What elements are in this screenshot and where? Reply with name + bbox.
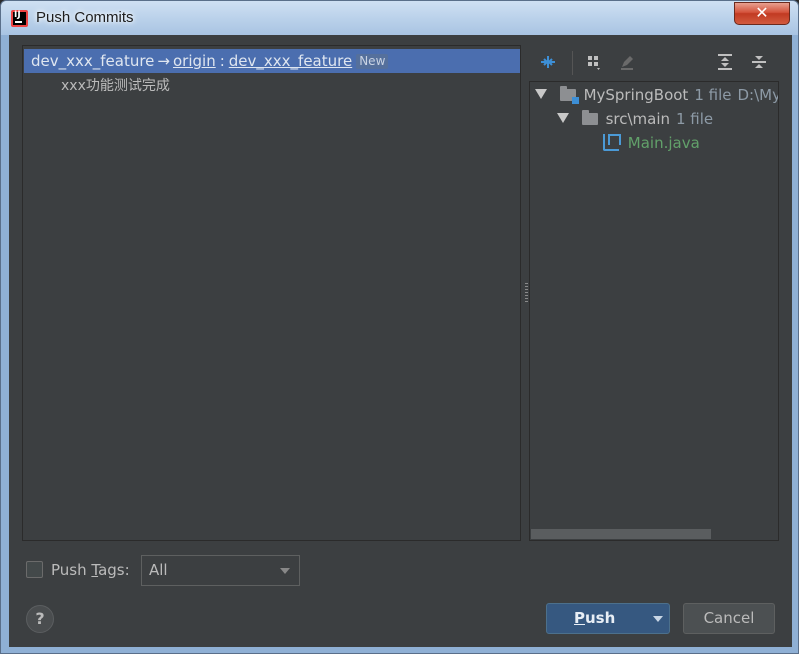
push-tags-checkbox[interactable] <box>26 561 43 578</box>
collapse-all-icon[interactable] <box>748 53 770 75</box>
target-branch-link[interactable]: dev_xxx_feature <box>229 52 352 70</box>
local-branch-label: dev_xxx_feature <box>31 52 155 70</box>
folder-name: src\main <box>605 110 670 128</box>
push-tags-label-pre: Push <box>51 561 92 579</box>
window-title: Push Commits <box>36 9 134 26</box>
tags-select-value: All <box>149 561 168 579</box>
tree-node-folder[interactable]: src\main 1 file <box>557 109 713 129</box>
tree-node-file[interactable]: Main.java <box>603 133 700 153</box>
module-file-count: 1 file <box>694 86 732 104</box>
push-arrow-icon: → <box>157 52 170 70</box>
java-file-icon <box>603 134 621 151</box>
group-by-icon[interactable] <box>583 53 605 75</box>
changed-files-tree[interactable]: MySpringBoot 1 file D:\My src\main 1 file M… <box>529 81 779 541</box>
dialog-window: Push Commits ✕ dev_xxx_feature→origin:de… <box>0 0 799 654</box>
expand-all-icon[interactable] <box>714 53 736 75</box>
module-folder-icon <box>559 86 579 104</box>
chevron-down-icon <box>280 568 290 574</box>
push-label-rest: ush <box>585 609 616 627</box>
push-tags-label-post: ags: <box>98 561 130 579</box>
new-badge: New <box>356 54 389 69</box>
branch-row[interactable]: dev_xxx_feature → origin: dev_xxx_feature Ne… <box>24 49 520 73</box>
file-name: Main.java <box>627 134 700 152</box>
commits-tree[interactable]: dev_xxx_feature → origin: dev_xxx_feature Ne… <box>22 45 521 541</box>
push-mnemonic: P <box>574 609 585 627</box>
cancel-button[interactable]: Cancel <box>683 603 775 634</box>
tags-select[interactable]: All <box>141 555 300 586</box>
push-tags-label: Push Tags: <box>51 561 130 579</box>
help-button[interactable]: ? <box>26 605 54 633</box>
intellij-app-icon <box>11 10 28 27</box>
expand-triangle-icon[interactable] <box>535 89 547 99</box>
horizontal-scrollbar[interactable] <box>531 529 711 539</box>
module-path: D:\My <box>737 86 779 104</box>
remote-link[interactable]: origin <box>173 52 216 70</box>
edit-icon[interactable] <box>616 53 638 75</box>
folder-file-count: 1 file <box>676 110 714 128</box>
push-dropdown-icon[interactable] <box>653 616 663 622</box>
close-button[interactable]: ✕ <box>734 2 790 25</box>
push-button[interactable]: Push <box>546 603 670 634</box>
title-bar[interactable]: Push Commits ✕ <box>1 1 798 35</box>
expand-triangle-icon[interactable] <box>557 113 569 123</box>
tree-node-module[interactable]: MySpringBoot 1 file D:\My <box>535 85 779 105</box>
branch-separator: : <box>219 52 225 70</box>
splitter-handle[interactable] <box>525 283 528 303</box>
commit-item[interactable]: xxx功能测试完成 <box>61 75 170 95</box>
module-name: MySpringBoot <box>583 86 689 104</box>
folder-icon <box>581 110 598 125</box>
collapse-arrows-icon[interactable] <box>537 53 559 75</box>
toolbar-separator <box>572 51 573 75</box>
dialog-content: dev_xxx_feature → origin: dev_xxx_feature Ne… <box>9 35 792 647</box>
